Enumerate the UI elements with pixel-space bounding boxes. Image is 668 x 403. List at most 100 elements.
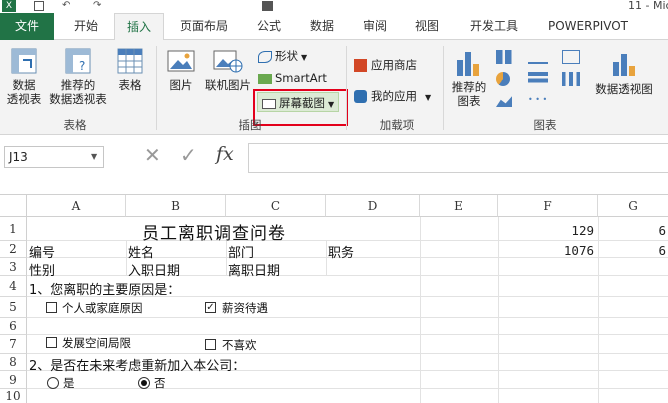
combo-chart-icon[interactable]	[562, 50, 580, 64]
column-chart-icon[interactable]	[496, 50, 518, 64]
table-label: 表格	[118, 78, 142, 92]
row-header-6[interactable]: 6	[0, 318, 27, 335]
camera-icon[interactable]	[262, 1, 273, 11]
undo-icon[interactable]: ↶	[62, 0, 70, 11]
online-picture-icon	[213, 50, 243, 73]
pie-chart-icon[interactable]	[496, 72, 510, 86]
column-header-b[interactable]: B	[126, 195, 226, 217]
tab-data[interactable]: 数据	[298, 13, 346, 40]
cell-b2: 姓名	[128, 246, 155, 261]
tab-view[interactable]: 视图	[404, 13, 450, 40]
smartart-icon	[258, 73, 272, 84]
pictures-button[interactable]: 图片	[164, 48, 198, 92]
row-header-2[interactable]: 2	[0, 241, 27, 258]
quick-access-toolbar: X ↶ ↷ 11 - Mic	[0, 0, 668, 13]
online-pictures-button[interactable]: 联机图片	[202, 48, 254, 92]
area-chart-icon[interactable]	[496, 96, 512, 107]
checkbox-family-reason-label: 个人或家庭原因	[62, 301, 143, 315]
name-box[interactable]: J13	[4, 146, 104, 168]
cancel-icon[interactable]: ✕	[144, 143, 161, 167]
group-separator	[346, 46, 347, 130]
group-label-charts: 图表	[533, 118, 557, 132]
checkbox-dislike[interactable]	[205, 339, 216, 350]
tab-formulas[interactable]: 公式	[247, 13, 291, 40]
tab-home[interactable]: 开始	[60, 13, 112, 40]
column-header-f[interactable]: F	[498, 195, 598, 217]
form-title: 员工离职调查问卷	[142, 224, 286, 244]
cell-f1: 129	[571, 223, 594, 238]
window-title: 11 - Mic	[628, 0, 668, 12]
tab-insert[interactable]: 插入	[114, 13, 164, 41]
pictures-label: 图片	[169, 78, 193, 92]
group-label-tables: 表格	[63, 118, 87, 132]
screenshot-button[interactable]: 屏幕截图 ▼	[257, 92, 340, 112]
row-header-3[interactable]: 3	[0, 258, 27, 276]
bar-chart-icon[interactable]	[528, 72, 548, 86]
store-icon	[354, 59, 367, 72]
shapes-icon	[258, 50, 272, 63]
chevron-down-icon: ▼	[301, 53, 308, 62]
redo-icon[interactable]: ↷	[93, 0, 101, 11]
radio-no[interactable]	[138, 377, 150, 389]
my-apps-button[interactable]: 我的应用 ▼	[354, 88, 431, 104]
recommended-pivottable-button[interactable]: ? 推荐的 数据透视表	[48, 48, 108, 106]
checkbox-development[interactable]	[46, 337, 57, 348]
column-header-g[interactable]: G	[598, 195, 668, 217]
tab-file[interactable]: 文件	[0, 13, 54, 40]
column-header-a[interactable]: A	[27, 195, 126, 217]
line-chart-icon[interactable]	[528, 50, 548, 64]
pivottable-icon	[11, 48, 37, 74]
tab-page-layout[interactable]: 页面布局	[170, 13, 238, 40]
radio-yes-label: 是	[63, 376, 75, 390]
group-separator	[156, 46, 157, 130]
save-icon[interactable]	[34, 1, 44, 11]
tab-review[interactable]: 审阅	[352, 13, 398, 40]
tab-developer[interactable]: 开发工具	[458, 13, 530, 40]
scatter-chart-icon[interactable]: • • •	[528, 95, 548, 109]
gridline	[27, 275, 668, 276]
radio-yes[interactable]	[47, 377, 59, 389]
gridline	[326, 240, 327, 276]
screenshot-label: 屏幕截图	[279, 96, 325, 110]
smartart-button[interactable]: SmartArt	[258, 71, 327, 85]
chevron-down-icon: ▼	[328, 100, 335, 109]
store-button[interactable]: 应用商店	[354, 57, 417, 73]
question-1: 1、您离职的主要原因是：	[29, 283, 181, 298]
row-header-7[interactable]: 7	[0, 335, 27, 354]
enter-icon[interactable]: ✓	[180, 143, 197, 167]
cell-a3: 性别	[29, 264, 56, 279]
my-apps-label: 我的应用	[371, 89, 417, 103]
pivotchart-button[interactable]: 数据透视图	[588, 48, 660, 96]
shapes-button[interactable]: 形状 ▼	[258, 48, 307, 64]
column-header-e[interactable]: E	[420, 195, 498, 217]
select-all-corner[interactable]	[0, 195, 27, 217]
pivottable-button[interactable]: 数据 透视表	[2, 48, 46, 106]
stock-chart-icon[interactable]	[562, 72, 580, 86]
column-header-c[interactable]: C	[226, 195, 326, 217]
checkbox-family-reason[interactable]	[46, 302, 57, 313]
recommended-charts-icon	[457, 52, 479, 76]
row-header-8[interactable]: 8	[0, 354, 27, 371]
tab-powerpivot[interactable]: POWERPIVOT	[538, 13, 638, 40]
checkbox-salary-label: 薪资待遇	[222, 301, 268, 315]
table-button[interactable]: 表格	[112, 48, 148, 92]
row-header-5[interactable]: 5	[0, 297, 27, 318]
gridline	[598, 217, 599, 403]
checkbox-dislike-label: 不喜欢	[222, 338, 257, 352]
smartart-label: SmartArt	[275, 71, 327, 85]
worksheet-grid[interactable]: A B C D E F G 1 2 3 4 5 6 7 8 9 10 员工离职调…	[0, 194, 668, 403]
recommended-charts-button[interactable]: 推荐的 图表	[448, 48, 490, 108]
row-header-9[interactable]: 9	[0, 371, 27, 389]
chevron-down-icon[interactable]: ▼	[91, 152, 97, 161]
row-header-4[interactable]: 4	[0, 276, 27, 297]
row-header-1[interactable]: 1	[0, 217, 27, 241]
insert-function-icon[interactable]: fx	[216, 143, 234, 165]
formula-input[interactable]	[248, 143, 668, 173]
pivottable-label: 数据 透视表	[6, 78, 42, 106]
pivotchart-label: 数据透视图	[595, 82, 653, 96]
svg-text:?: ?	[79, 59, 85, 73]
cell-b3: 入职日期	[128, 264, 181, 279]
row-header-10[interactable]: 10	[0, 389, 27, 403]
column-header-d[interactable]: D	[326, 195, 420, 217]
checkbox-salary[interactable]: ✓	[205, 302, 216, 313]
